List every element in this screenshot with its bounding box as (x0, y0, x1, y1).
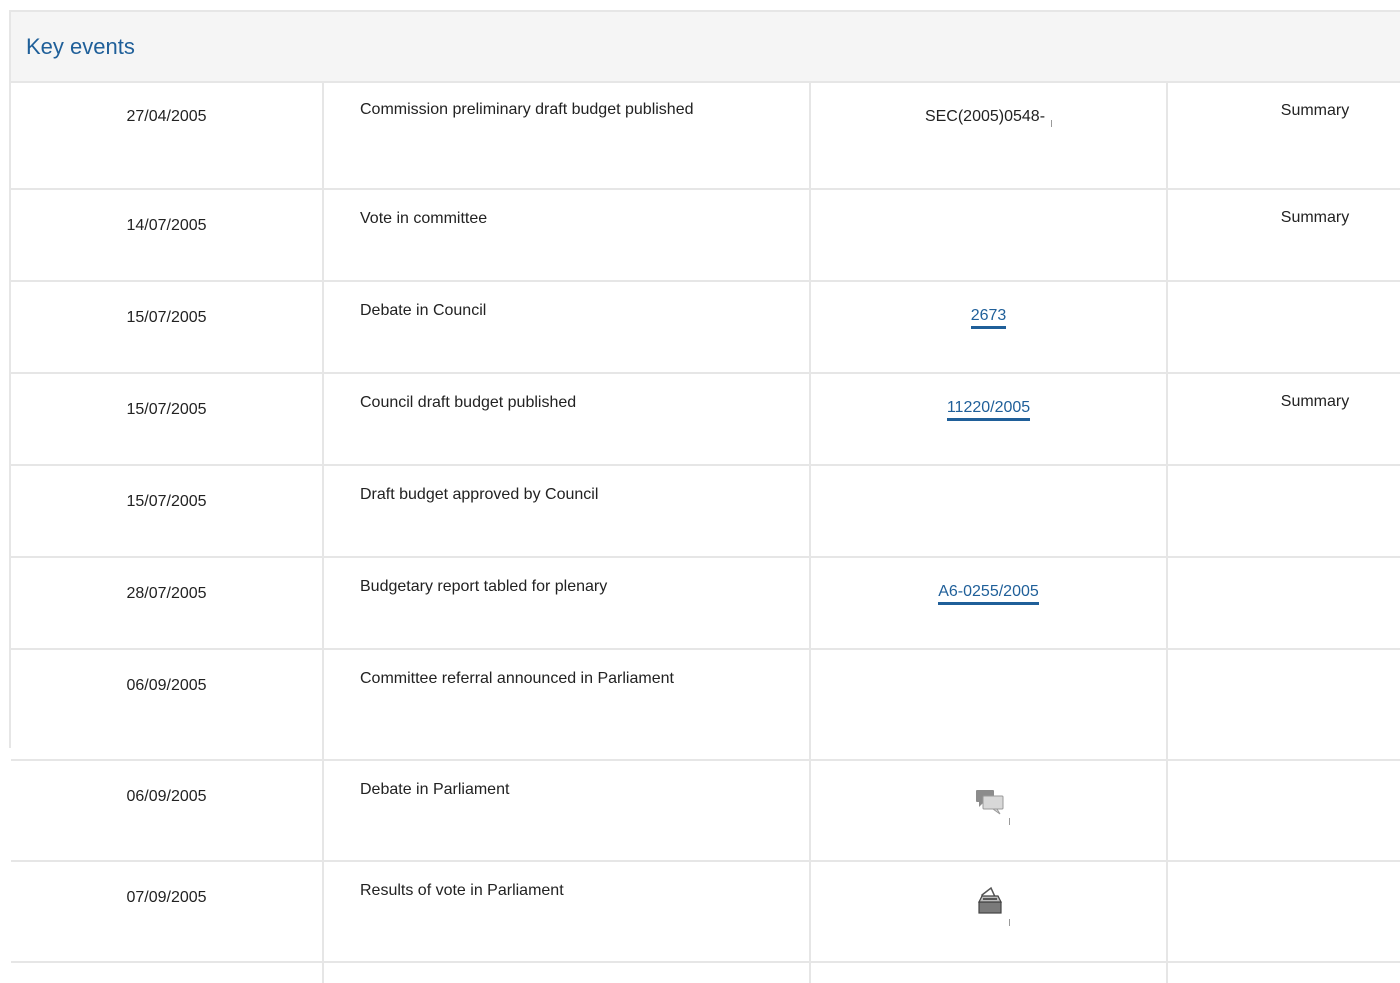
table-row: 07/09/2005 Results of vote in Parliament (11, 861, 1400, 963)
document-reference (810, 465, 1168, 558)
table-row: 06/09/2005 Committee referral announced … (11, 649, 1400, 761)
table-row (11, 962, 1400, 983)
document-reference: 2673 (810, 281, 1168, 374)
empty-cell (1167, 962, 1400, 983)
summary-link (1167, 557, 1400, 650)
event-date: 15/07/2005 (11, 281, 324, 374)
document-reference: SEC(2005)0548- (810, 83, 1168, 190)
summary-link[interactable]: Summary (1167, 189, 1400, 282)
link-marker-icon (1008, 818, 1010, 825)
document-reference (810, 760, 1168, 862)
event-date: 07/09/2005 (11, 861, 324, 963)
document-link[interactable]: 2673 (970, 307, 1007, 329)
event-date: 14/07/2005 (11, 189, 324, 282)
document-reference (810, 649, 1168, 761)
summary-link[interactable]: Summary (1167, 83, 1400, 190)
empty-cell (810, 962, 1168, 983)
debate-speech-bubbles-icon[interactable] (969, 784, 1010, 825)
event-description: Committee referral announced in Parliame… (323, 649, 811, 761)
event-date: 15/07/2005 (11, 373, 324, 466)
empty-cell (323, 962, 811, 983)
key-events-table: 27/04/2005 Commission preliminary draft … (11, 83, 1400, 983)
event-description: Council draft budget published (323, 373, 811, 466)
summary-link (1167, 861, 1400, 963)
event-date: 28/07/2005 (11, 557, 324, 650)
summary-link (1167, 281, 1400, 374)
link-marker-icon (1051, 120, 1053, 127)
ballot-box-icon[interactable] (969, 885, 1010, 926)
document-reference: A6-0255/2005 (810, 557, 1168, 650)
key-events-panel: Key events 27/04/2005 Commission prelimi… (9, 10, 1400, 983)
document-link[interactable]: 11220/2005 (946, 399, 1031, 421)
table-row: 14/07/2005 Vote in committee Summary (11, 189, 1400, 282)
table-row: 28/07/2005 Budgetary report tabled for p… (11, 557, 1400, 650)
summary-link (1167, 465, 1400, 558)
table-row: 06/09/2005 Debate in Parliament (11, 760, 1400, 862)
section-title: Key events (11, 12, 1400, 83)
document-reference (810, 861, 1168, 963)
table-row: 27/04/2005 Commission preliminary draft … (11, 83, 1400, 190)
event-description: Draft budget approved by Council (323, 465, 811, 558)
summary-link[interactable]: Summary (1167, 373, 1400, 466)
event-description: Debate in Council (323, 281, 811, 374)
document-reference (810, 189, 1168, 282)
document-reference-text: SEC(2005)0548- (924, 108, 1046, 125)
link-marker-icon (1008, 919, 1010, 926)
event-date: 06/09/2005 (11, 760, 324, 862)
event-date: 27/04/2005 (11, 83, 324, 190)
table-row: 15/07/2005 Council draft budget publishe… (11, 373, 1400, 466)
document-reference: 11220/2005 (810, 373, 1168, 466)
table-row: 15/07/2005 Draft budget approved by Coun… (11, 465, 1400, 558)
table-row: 15/07/2005 Debate in Council 2673 (11, 281, 1400, 374)
event-description: Budgetary report tabled for plenary (323, 557, 811, 650)
event-description: Commission preliminary draft budget publ… (323, 83, 811, 190)
event-description: Vote in committee (323, 189, 811, 282)
summary-link (1167, 649, 1400, 761)
event-description: Results of vote in Parliament (323, 861, 811, 963)
summary-link (1167, 760, 1400, 862)
event-date: 15/07/2005 (11, 465, 324, 558)
empty-cell (11, 962, 324, 983)
document-link[interactable]: A6-0255/2005 (938, 583, 1039, 605)
event-date: 06/09/2005 (11, 649, 324, 761)
event-description: Debate in Parliament (323, 760, 811, 862)
